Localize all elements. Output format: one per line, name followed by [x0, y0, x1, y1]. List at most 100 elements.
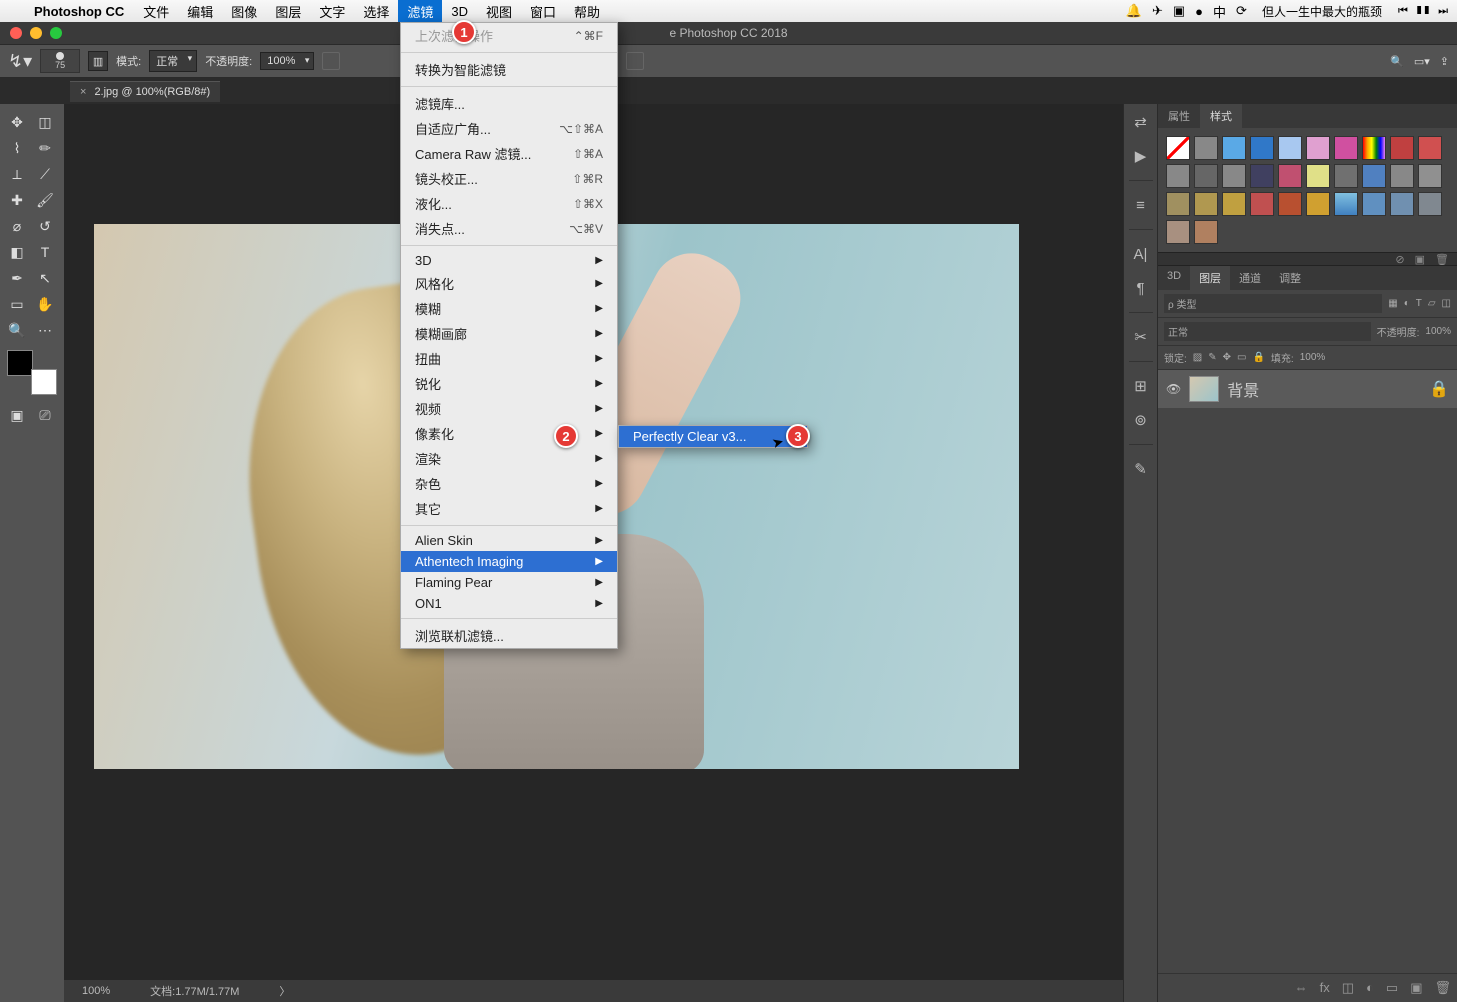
- fill-value[interactable]: 100%: [1300, 352, 1326, 363]
- lock-art-icon[interactable]: ▭: [1237, 352, 1246, 363]
- style-swatch-15[interactable]: [1306, 164, 1330, 188]
- style-swatch-10[interactable]: [1166, 164, 1190, 188]
- rail-cc-icon[interactable]: ⊚: [1131, 410, 1151, 430]
- filter-smart-icon[interactable]: ◫: [1442, 298, 1451, 309]
- brush-panel-icon[interactable]: ▥: [88, 51, 108, 71]
- color-swatches[interactable]: [7, 350, 57, 395]
- panel-tab-properties[interactable]: 属性: [1158, 104, 1200, 128]
- eyedropper-tool-icon[interactable]: ⟋: [32, 162, 58, 186]
- adjustment-icon[interactable]: ◐: [1366, 980, 1374, 996]
- style-swatch-27[interactable]: [1362, 192, 1386, 216]
- menu-help[interactable]: 帮助: [565, 0, 609, 22]
- lock-all-icon[interactable]: 🔒: [1252, 352, 1264, 363]
- menu-filter[interactable]: 滤镜: [398, 0, 442, 22]
- filter-gallery[interactable]: 滤镜库...: [401, 91, 617, 116]
- style-swatch-31[interactable]: [1194, 220, 1218, 244]
- menu-edit[interactable]: 编辑: [178, 0, 222, 22]
- panel-tab-styles[interactable]: 样式: [1200, 104, 1242, 128]
- filter-adjust-icon[interactable]: ◐: [1404, 298, 1410, 309]
- layers-tab-adjust[interactable]: 调整: [1270, 266, 1310, 290]
- screenmode-icon[interactable]: ⎚: [32, 403, 58, 427]
- style-swatch-14[interactable]: [1278, 164, 1302, 188]
- rail-brush-icon[interactable]: ✎: [1131, 459, 1151, 479]
- filter-lens[interactable]: 镜头校正...⇧⌘R: [401, 166, 617, 191]
- menu-file[interactable]: 文件: [134, 0, 178, 22]
- rail-play-icon[interactable]: ▶: [1131, 146, 1151, 166]
- filter-on1[interactable]: ON1▶: [401, 593, 617, 614]
- now-playing-title[interactable]: 但人一生中最大的瓶颈: [1252, 3, 1392, 20]
- quick-select-tool-icon[interactable]: ✏: [32, 136, 58, 160]
- close-tab-icon[interactable]: ×: [80, 86, 86, 98]
- filter-alien-skin[interactable]: Alien Skin▶: [401, 530, 617, 551]
- filter-liquify[interactable]: 液化...⇧⌘X: [401, 191, 617, 216]
- delete-layer-icon[interactable]: 🗑: [1434, 980, 1451, 996]
- eraser-tool-icon[interactable]: ◧: [4, 240, 30, 264]
- rail-para-icon[interactable]: ¶: [1131, 278, 1151, 298]
- style-swatch-7[interactable]: [1362, 136, 1386, 160]
- style-swatch-16[interactable]: [1334, 164, 1358, 188]
- layer-opacity-value[interactable]: 100%: [1425, 326, 1451, 337]
- rail-scissors-icon[interactable]: ✂: [1131, 327, 1151, 347]
- pen-tool-icon[interactable]: ✒: [4, 266, 30, 290]
- filter-smart[interactable]: 转换为智能滤镜: [401, 57, 617, 82]
- style-swatch-6[interactable]: [1334, 136, 1358, 160]
- shape-tool-icon[interactable]: ▭: [4, 292, 30, 316]
- brush-preset-picker[interactable]: 75: [40, 49, 80, 73]
- filter-stylize[interactable]: 风格化▶: [401, 271, 617, 296]
- style-swatch-28[interactable]: [1390, 192, 1414, 216]
- filter-video[interactable]: 视频▶: [401, 396, 617, 421]
- trash-icon[interactable]: 🗑: [1435, 253, 1449, 266]
- share-icon[interactable]: ⇪: [1440, 55, 1449, 68]
- group-icon[interactable]: ▭: [1386, 980, 1398, 996]
- visibility-icon[interactable]: 👁: [1166, 382, 1181, 396]
- style-swatch-4[interactable]: [1278, 136, 1302, 160]
- filter-camera-raw[interactable]: Camera Raw 滤镜...⇧⌘A: [401, 141, 617, 166]
- style-swatch-0[interactable]: [1166, 136, 1190, 160]
- quickmask-icon[interactable]: ▣: [4, 403, 30, 427]
- filter-flaming-pear[interactable]: Flaming Pear▶: [401, 572, 617, 593]
- link-layers-icon[interactable]: ⇔: [1295, 980, 1308, 996]
- filter-vanish[interactable]: 消失点...⌥⌘V: [401, 216, 617, 241]
- lock-pos-icon[interactable]: ✥: [1223, 352, 1231, 363]
- filter-blur[interactable]: 模糊▶: [401, 296, 617, 321]
- opacity-dropdown[interactable]: 100%: [260, 52, 314, 70]
- tray-sync-icon[interactable]: ⟳: [1231, 3, 1252, 19]
- new-style-icon[interactable]: ▣: [1415, 253, 1425, 266]
- style-swatch-25[interactable]: [1306, 192, 1330, 216]
- menu-window[interactable]: 窗口: [521, 0, 565, 22]
- layer-filter-dropdown[interactable]: ρ 类型: [1164, 294, 1382, 313]
- filter-athentech[interactable]: Athentech Imaging▶: [401, 551, 617, 572]
- style-swatch-13[interactable]: [1250, 164, 1274, 188]
- rail-libs-icon[interactable]: ⊞: [1131, 376, 1151, 396]
- lasso-tool-icon[interactable]: ⌇: [4, 136, 30, 160]
- style-swatch-8[interactable]: [1390, 136, 1414, 160]
- zoom-tool-icon[interactable]: 🔍: [4, 318, 30, 342]
- style-swatch-21[interactable]: [1194, 192, 1218, 216]
- traffic-minimize[interactable]: [30, 27, 42, 39]
- style-swatch-24[interactable]: [1278, 192, 1302, 216]
- filter-browse-online[interactable]: 浏览联机滤镜...: [401, 623, 617, 648]
- menubar-app-name[interactable]: Photoshop CC: [24, 4, 134, 19]
- media-controls[interactable]: ⏮ ❚❚ ⏭: [1392, 5, 1457, 18]
- lock-trans-icon[interactable]: ▨: [1193, 352, 1202, 363]
- lock-paint-icon[interactable]: ✎: [1208, 352, 1216, 363]
- no-icon[interactable]: ⊘: [1395, 253, 1404, 266]
- filter-3d[interactable]: 3D▶: [401, 250, 617, 271]
- airbrush-icon[interactable]: [626, 52, 644, 70]
- document-tab[interactable]: × 2.jpg @ 100%(RGB/8#): [70, 81, 220, 102]
- marquee-tool-icon[interactable]: ◫: [32, 110, 58, 134]
- style-swatch-5[interactable]: [1306, 136, 1330, 160]
- style-swatch-9[interactable]: [1418, 136, 1442, 160]
- style-swatch-18[interactable]: [1390, 164, 1414, 188]
- style-swatch-12[interactable]: [1222, 164, 1246, 188]
- style-swatch-17[interactable]: [1362, 164, 1386, 188]
- menu-image[interactable]: 图像: [222, 0, 266, 22]
- menu-select[interactable]: 选择: [354, 0, 398, 22]
- layer-thumbnail[interactable]: [1189, 376, 1219, 402]
- menu-layer[interactable]: 图层: [266, 0, 310, 22]
- mask-icon[interactable]: ◫: [1342, 980, 1354, 996]
- style-swatch-22[interactable]: [1222, 192, 1246, 216]
- tray-ime-icon[interactable]: 中: [1208, 2, 1231, 21]
- style-swatch-23[interactable]: [1250, 192, 1274, 216]
- filter-sharpen[interactable]: 锐化▶: [401, 371, 617, 396]
